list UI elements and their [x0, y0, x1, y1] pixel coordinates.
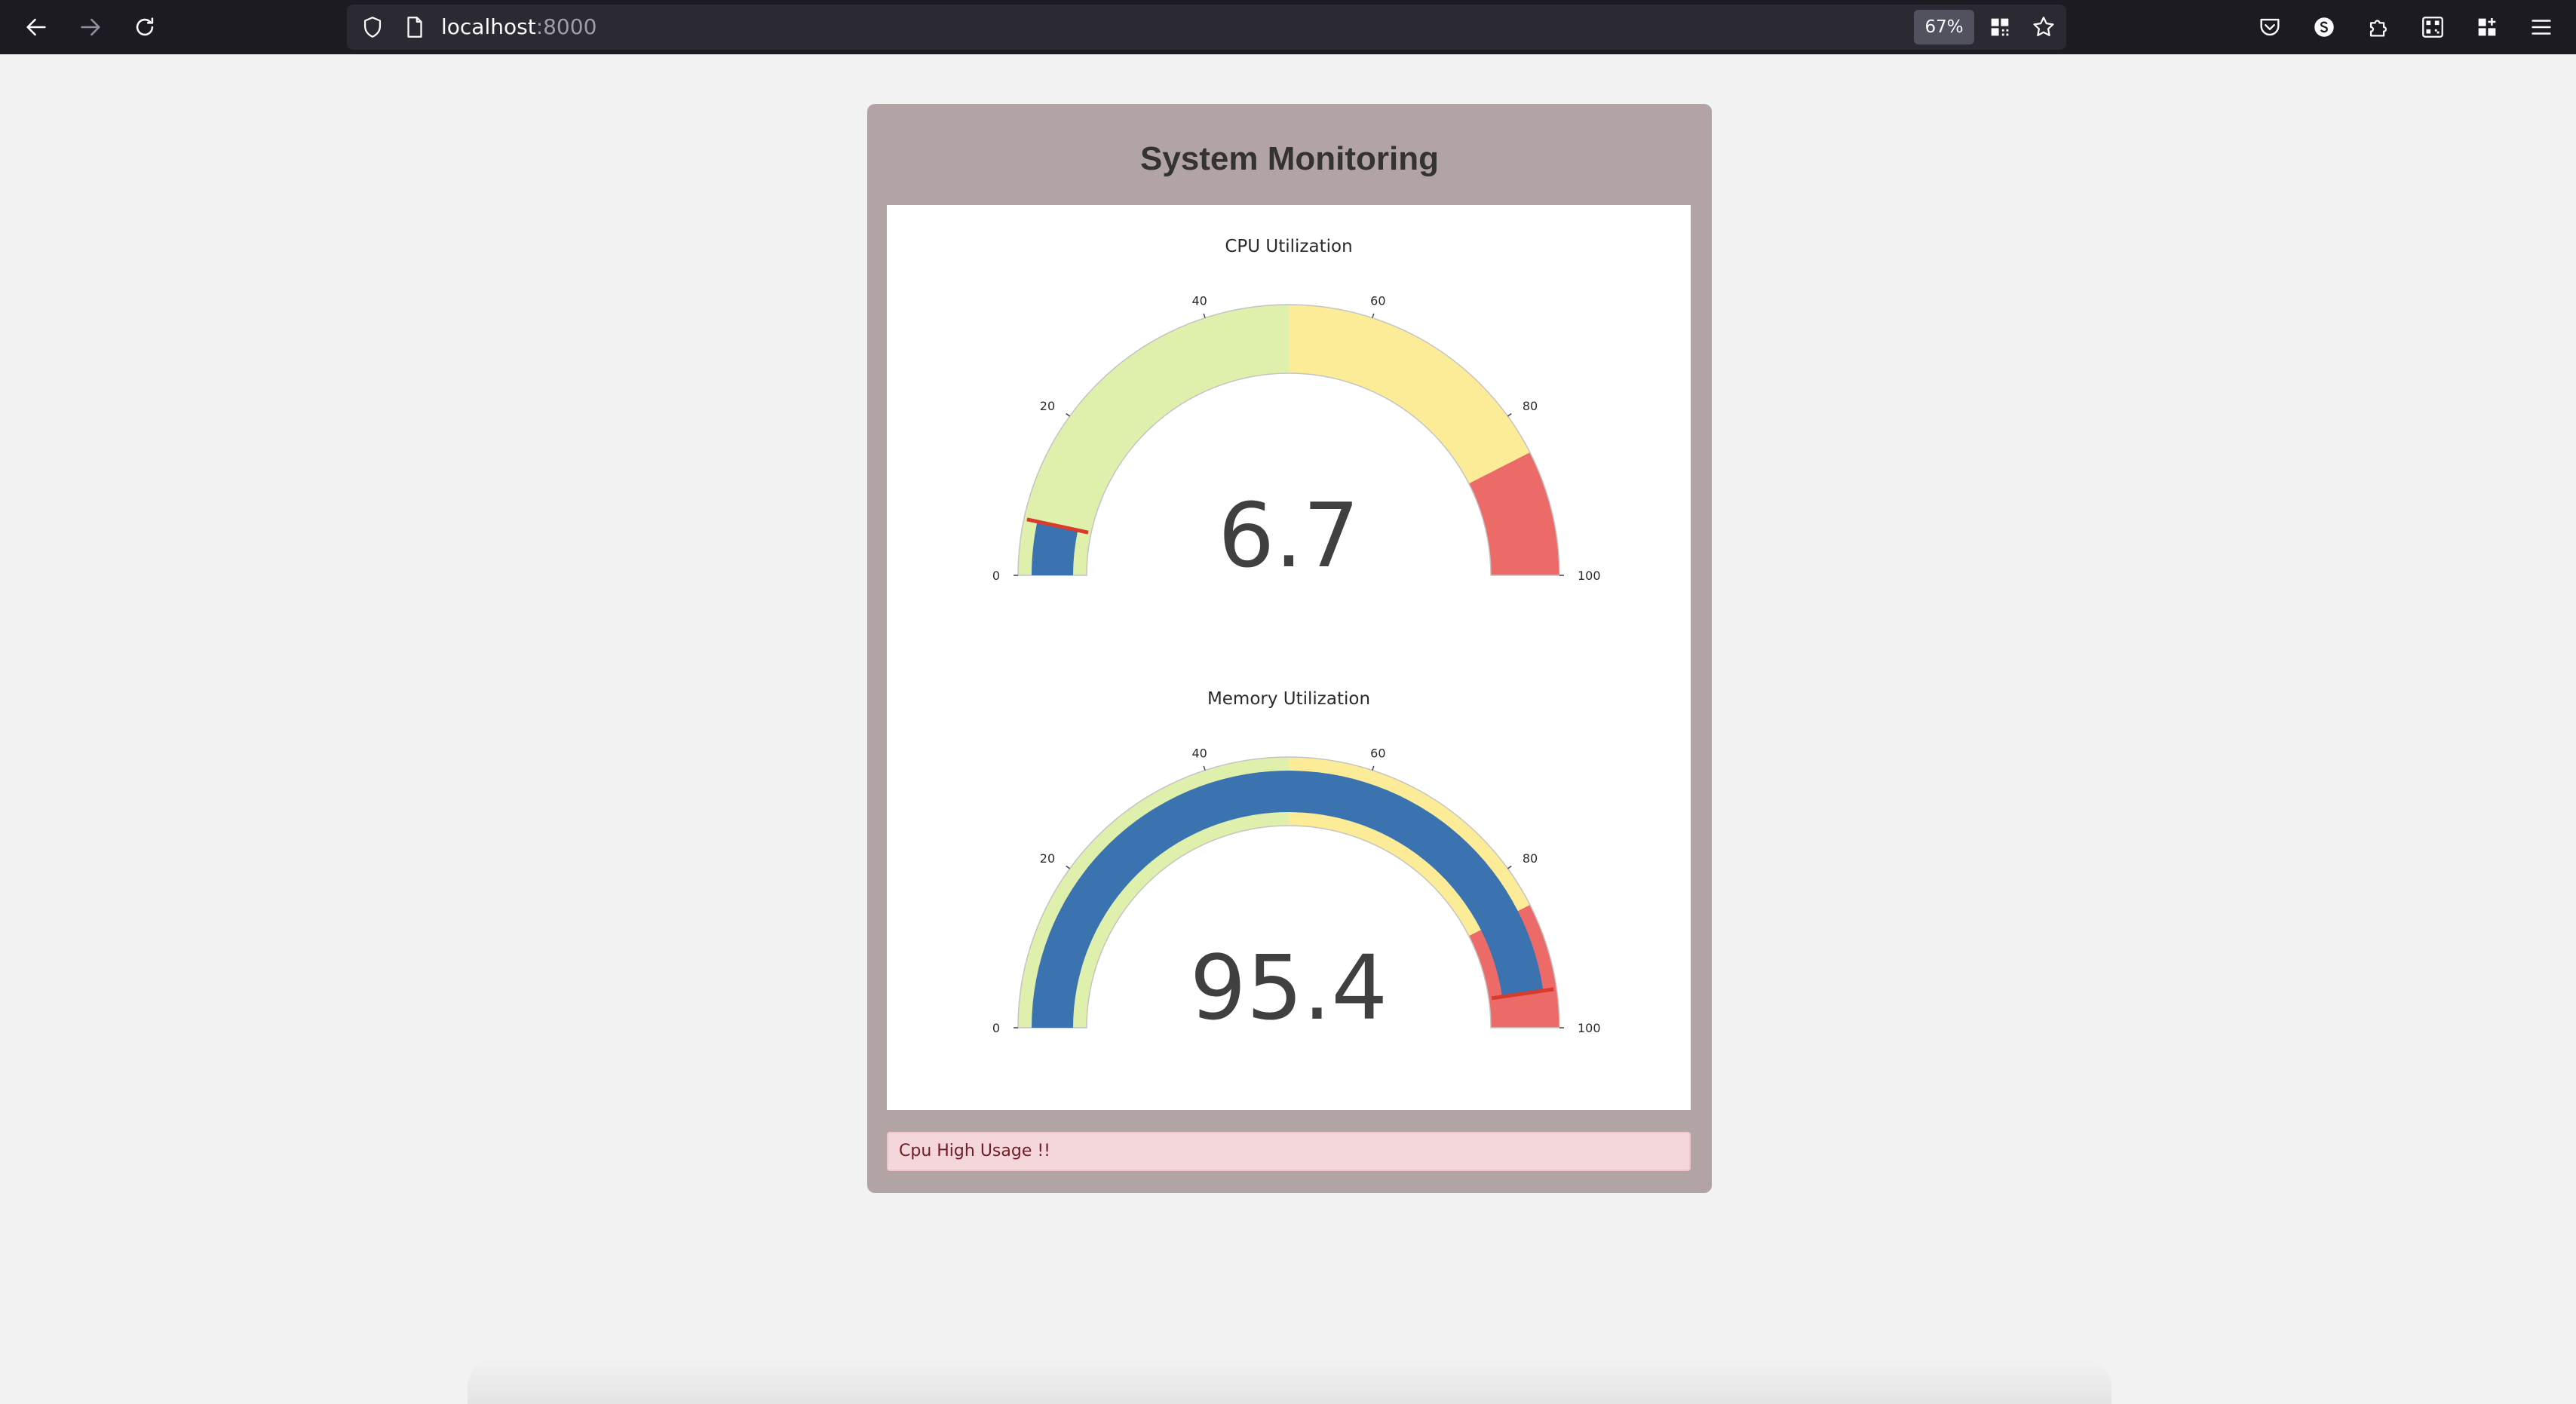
gauge-tick-mark [1507, 865, 1512, 869]
add-widget-icon[interactable] [2469, 9, 2505, 45]
gauge-tick-label: 80 [1523, 399, 1538, 413]
qr-grid-icon[interactable] [1982, 9, 2018, 45]
gauge-tick-mark [1507, 412, 1512, 417]
zoom-level-badge[interactable]: 67% [1914, 10, 1974, 44]
extensions-puzzle-icon[interactable] [2360, 9, 2397, 45]
gauge-tick-mark [1372, 765, 1375, 771]
back-arrow-icon[interactable] [18, 9, 54, 45]
page-title: System Monitoring [1139, 140, 1440, 177]
gauge-tick-label: 40 [1191, 746, 1207, 761]
gauge-tick-mark [1203, 765, 1206, 771]
forward-arrow-icon[interactable] [72, 9, 109, 45]
menu-hamburger-icon[interactable] [2523, 9, 2559, 45]
gauge-tick-label: 60 [1370, 294, 1385, 308]
shield-icon[interactable] [354, 9, 391, 45]
qr-code-icon[interactable] [2415, 9, 2451, 45]
gauge-title: CPU Utilization [1225, 237, 1352, 256]
url-text[interactable]: localhost:8000 [441, 9, 596, 45]
browser-toolbar: localhost:8000 67% [0, 0, 2576, 54]
reload-icon[interactable] [127, 9, 163, 45]
gauge-tick-label: 40 [1191, 294, 1207, 308]
gauge-tick-mark [1372, 313, 1375, 318]
alert-message: Cpu High Usage !! [887, 1132, 1691, 1171]
gauge-tick-label: 20 [1040, 399, 1055, 413]
gauge-tick-label: 0 [992, 569, 1000, 583]
gauge-tick-mark [1203, 313, 1206, 318]
page-icon[interactable] [397, 9, 433, 45]
gauge-tick-label: 20 [1040, 851, 1055, 866]
gauge-value-number: 95.4 [1190, 936, 1388, 1040]
gauge-tick-mark [1066, 865, 1071, 869]
account-avatar-icon[interactable] [2306, 9, 2342, 45]
gauge-memory: Memory Utilization 0 20 40 60 80 100 95.4 [992, 689, 1601, 1040]
gauge-tick-label: 100 [1578, 569, 1601, 583]
gauge-band [1289, 305, 1530, 484]
gauge-tick-label: 100 [1578, 1021, 1601, 1035]
pocket-icon[interactable] [2252, 9, 2288, 45]
url-port: :8000 [535, 14, 597, 39]
url-bar[interactable] [347, 5, 2066, 50]
bottom-shadow [468, 1357, 2111, 1404]
url-host: localhost [441, 14, 536, 39]
gauge-tick-label: 80 [1523, 851, 1538, 866]
gauge-tick-label: 60 [1370, 746, 1385, 761]
bookmark-star-icon[interactable] [2026, 9, 2062, 45]
gauge-tick-label: 0 [992, 1021, 1000, 1035]
gauge-tick-mark [1066, 412, 1071, 417]
gauge-value-number: 6.7 [1218, 483, 1360, 587]
monitoring-card: System Monitoring CPU Utilization 0 20 40 60… [867, 104, 1712, 1193]
gauges-chart: CPU Utilization 0 20 40 60 80 100 6.7 Memory Uti… [992, 237, 1601, 1040]
gauges-panel: CPU Utilization 0 20 40 60 80 100 6.7 Memory Uti… [887, 205, 1691, 1110]
gauge-cpu: CPU Utilization 0 20 40 60 80 100 6.7 [992, 237, 1601, 587]
gauge-title: Memory Utilization [1207, 689, 1370, 709]
